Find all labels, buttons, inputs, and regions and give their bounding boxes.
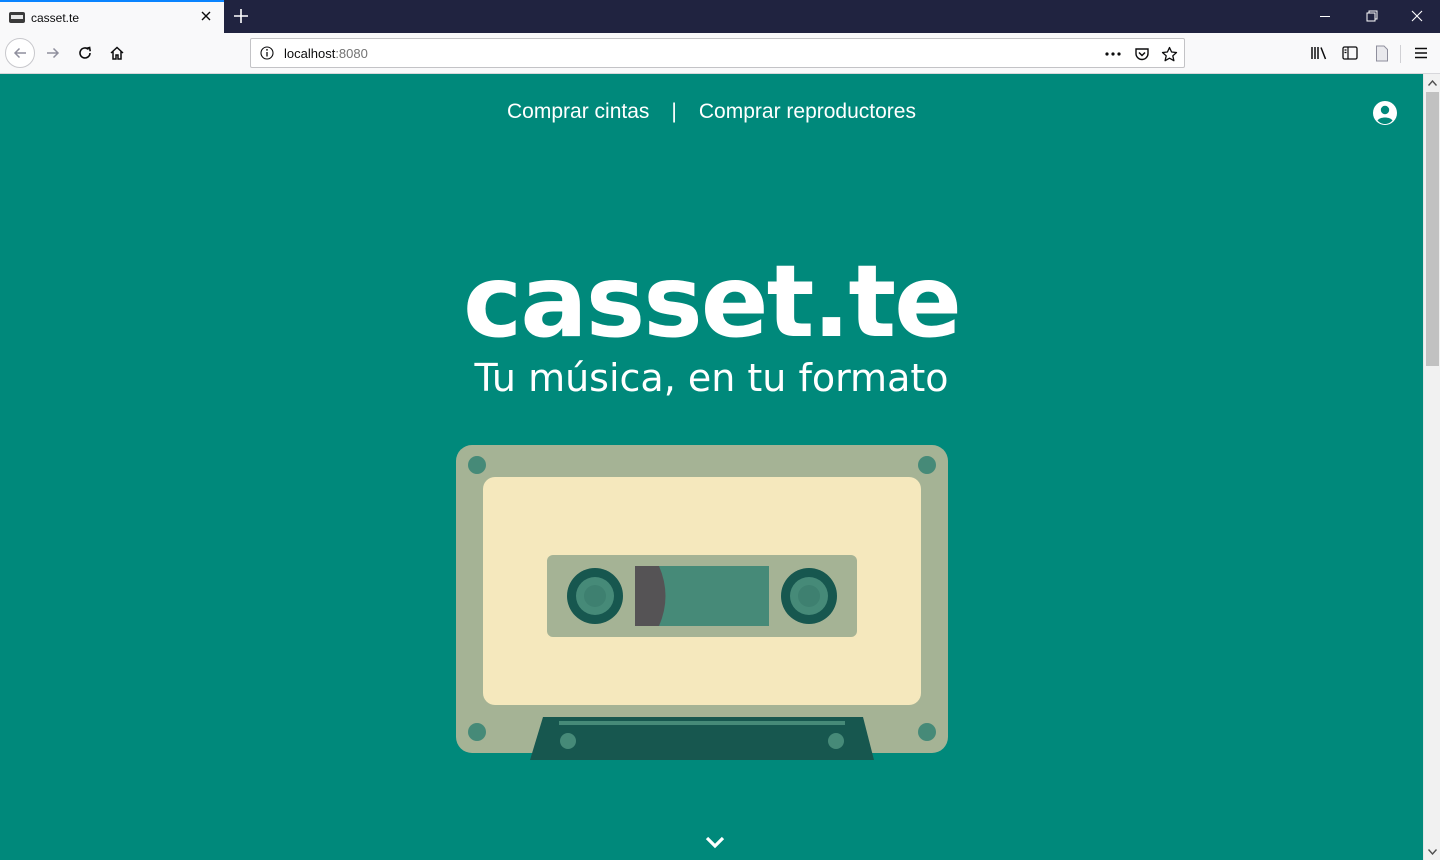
cassette-right-spool [781, 568, 837, 624]
page-scrollbar[interactable] [1423, 74, 1440, 860]
cassette-illustration [456, 445, 948, 760]
arrow-right-icon [47, 47, 60, 59]
forward-button[interactable] [38, 38, 68, 68]
scroll-down-button[interactable] [1424, 843, 1440, 860]
sidebar-icon [1342, 46, 1358, 60]
cassette-screw [918, 456, 936, 474]
browser-titlebar: casset.te [0, 0, 1440, 33]
bookmark-button[interactable] [1159, 44, 1179, 64]
brand-tagline: Tu música, en tu formato [474, 356, 949, 400]
minimize-icon[interactable] [1302, 0, 1348, 33]
cassette-favicon-icon [9, 12, 25, 23]
library-icon [1311, 47, 1327, 60]
browser-toolbar: localhost:8080 [0, 33, 1440, 74]
sidebar-button[interactable] [1335, 38, 1365, 68]
scroll-up-button[interactable] [1424, 74, 1440, 91]
cassette-left-spool [567, 568, 623, 624]
reload-icon [79, 46, 91, 59]
document-icon [1376, 45, 1388, 61]
close-window-icon[interactable] [1394, 0, 1440, 33]
home-button[interactable] [102, 38, 132, 68]
nav-link-comprar-cintas[interactable]: Comprar cintas [507, 96, 649, 128]
cassette-screw [468, 723, 486, 741]
brand-title: casset.te [462, 243, 962, 360]
url-text[interactable]: localhost:8080 [284, 46, 368, 61]
nav-link-comprar-reproductores[interactable]: Comprar reproductores [699, 96, 916, 128]
back-button[interactable] [5, 38, 35, 68]
reload-button[interactable] [70, 38, 100, 68]
page-content: Comprar cintas | Comprar reproductores cas… [0, 74, 1423, 860]
nav-separator: | [671, 100, 677, 123]
library-button[interactable] [1304, 38, 1334, 68]
cassette-screw [468, 456, 486, 474]
arrow-left-icon [13, 47, 26, 59]
pocket-icon [1135, 48, 1149, 61]
site-navigation: Comprar cintas | Comprar reproductores [0, 96, 1423, 132]
star-icon [1161, 46, 1177, 61]
new-tab-icon[interactable] [230, 5, 252, 27]
hamburger-menu-icon [1415, 47, 1427, 59]
reader-view-button[interactable] [1367, 38, 1397, 68]
close-tab-icon[interactable] [198, 8, 214, 24]
chevron-down-icon[interactable] [703, 832, 727, 852]
menu-button[interactable] [1406, 38, 1436, 68]
page-actions-button[interactable] [1103, 44, 1123, 64]
browser-tab[interactable]: casset.te [0, 0, 224, 33]
pocket-button[interactable] [1132, 44, 1152, 64]
url-host: localhost [284, 46, 336, 61]
toolbar-divider [1400, 45, 1401, 63]
home-icon [110, 46, 124, 60]
caret-down-icon [1428, 848, 1437, 855]
tab-title: casset.te [31, 11, 80, 25]
info-icon[interactable] [260, 46, 274, 60]
cassette-tape-reel [635, 566, 666, 626]
address-bar[interactable]: localhost:8080 [250, 38, 1185, 68]
account-circle-icon[interactable] [1372, 100, 1398, 126]
scrollbar-thumb[interactable] [1426, 92, 1439, 366]
url-port: :8080 [335, 46, 368, 61]
caret-up-icon [1428, 79, 1437, 86]
cassette-screw [918, 723, 936, 741]
restore-icon[interactable] [1348, 0, 1394, 33]
more-horizontal-icon [1105, 52, 1121, 56]
